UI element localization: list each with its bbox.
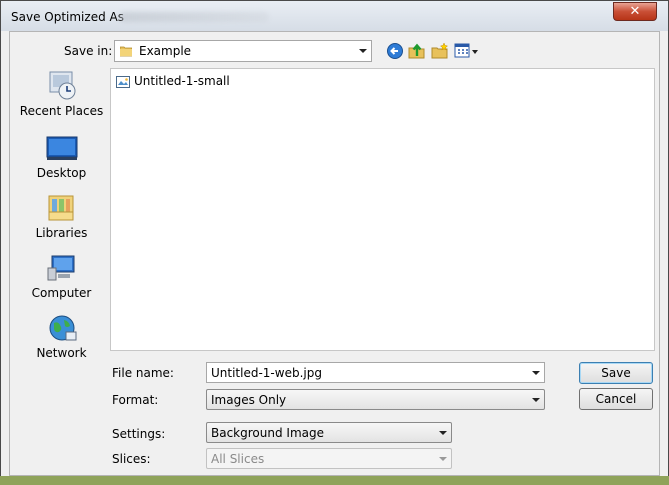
computer-icon xyxy=(47,255,74,281)
place-label: Recent Places xyxy=(19,104,104,118)
libraries-icon xyxy=(48,195,73,221)
format-label: Format: xyxy=(112,393,159,407)
title-bar[interactable]: Save Optimized As ✕ xyxy=(1,1,668,31)
cancel-button[interactable]: Cancel xyxy=(579,388,653,410)
desktop-background-strip xyxy=(0,476,669,485)
window-title: Save Optimized As xyxy=(11,10,124,24)
save-in-value: Example xyxy=(139,44,192,58)
save-in-dropdown[interactable]: Example xyxy=(114,40,372,62)
place-libraries[interactable]: Libraries xyxy=(16,194,107,250)
settings-value: Background Image xyxy=(211,426,324,440)
save-dialog-window: Save Optimized As ✕ Save in: Example Rec… xyxy=(0,0,669,483)
place-label: Desktop xyxy=(36,166,87,180)
desktop-icon xyxy=(46,136,77,160)
place-network[interactable]: Network xyxy=(16,314,107,370)
chevron-down-icon xyxy=(439,431,447,435)
format-value: Images Only xyxy=(211,393,287,407)
chevron-down-icon xyxy=(359,49,367,53)
chevron-down-icon xyxy=(532,398,540,402)
slices-dropdown: All Slices xyxy=(206,448,452,469)
place-recent-places[interactable]: Recent Places xyxy=(16,68,107,124)
format-dropdown[interactable]: Images Only xyxy=(206,389,545,410)
places-bar: Recent Places Desktop Libraries Computer… xyxy=(16,68,107,368)
place-label: Network xyxy=(36,346,87,360)
save-in-label: Save in: xyxy=(64,44,113,58)
blurred-title-region xyxy=(119,12,269,22)
network-icon xyxy=(49,315,76,341)
save-button[interactable]: Save xyxy=(579,362,653,384)
file-name: Untitled-1-small xyxy=(134,74,230,88)
view-menu-icon[interactable] xyxy=(454,42,480,60)
chevron-down-icon xyxy=(439,457,447,461)
file-name-label: File name: xyxy=(112,366,174,380)
place-label: Libraries xyxy=(35,226,88,240)
recent-places-icon xyxy=(49,71,75,100)
file-name-value: Untitled-1-web.jpg xyxy=(211,366,322,380)
slices-label: Slices: xyxy=(112,452,151,466)
place-label: Computer xyxy=(31,286,92,300)
dialog-body: Save in: Example Recent Places Desktop L… xyxy=(9,31,660,476)
new-folder-icon[interactable] xyxy=(431,42,449,60)
settings-dropdown[interactable]: Background Image xyxy=(206,422,452,443)
place-desktop[interactable]: Desktop xyxy=(16,134,107,190)
file-list[interactable]: Untitled-1-small xyxy=(110,68,655,351)
slices-value: All Slices xyxy=(211,452,265,466)
image-file-icon xyxy=(116,76,130,88)
settings-label: Settings: xyxy=(112,427,166,441)
chevron-down-icon[interactable] xyxy=(532,371,540,375)
place-computer[interactable]: Computer xyxy=(16,254,107,310)
folder-icon xyxy=(120,46,132,57)
file-name-field[interactable]: Untitled-1-web.jpg xyxy=(206,362,545,383)
back-icon[interactable] xyxy=(386,42,404,60)
close-button[interactable]: ✕ xyxy=(613,2,657,21)
up-folder-icon[interactable] xyxy=(408,42,426,60)
